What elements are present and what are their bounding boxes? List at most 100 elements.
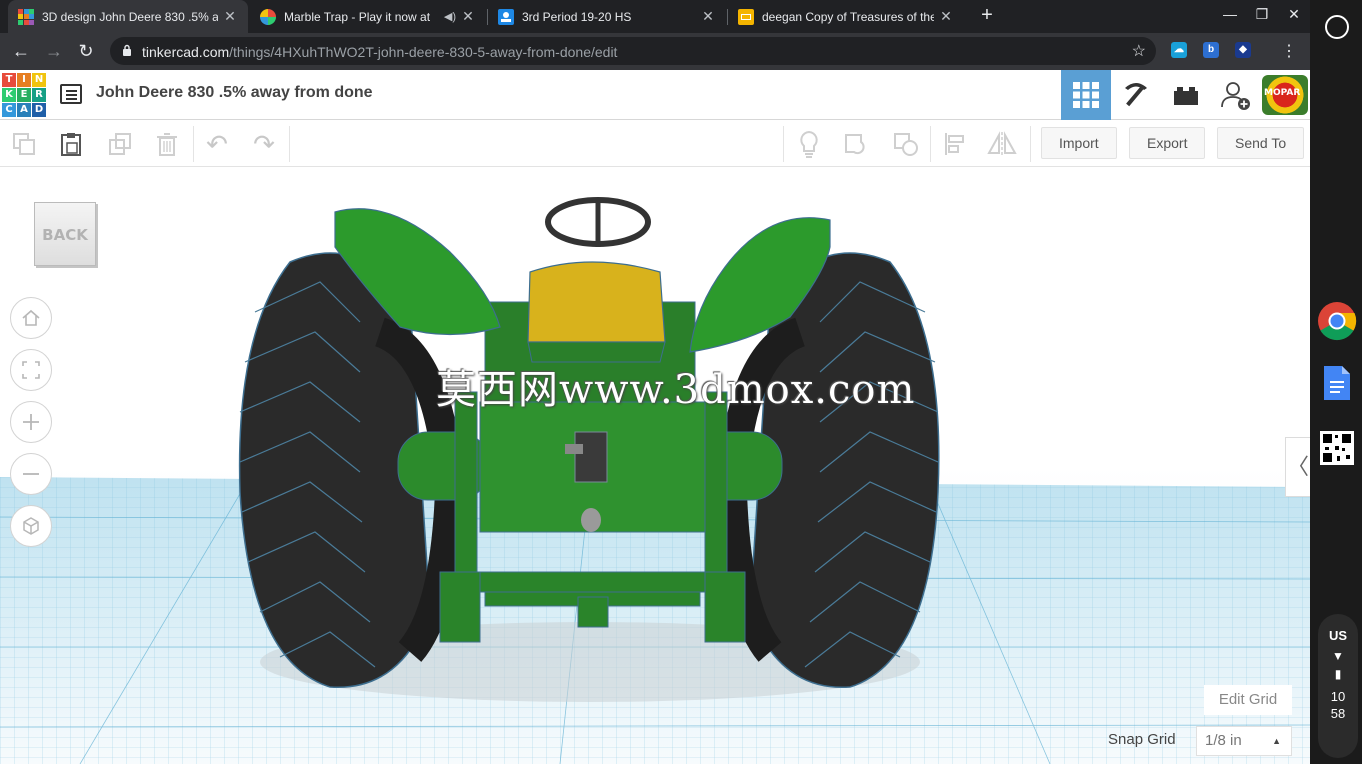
tab-marble-trap[interactable]: Marble Trap - Play it now at ◀) ✕ bbox=[250, 0, 486, 33]
tab-tinkercad[interactable]: 3D design John Deere 830 .5% a ✕ bbox=[8, 0, 248, 33]
zoom-out-button[interactable] bbox=[10, 453, 52, 495]
chrome-app-icon[interactable] bbox=[1316, 300, 1358, 342]
status-tray[interactable]: US ▼ ▮ 10 58 bbox=[1318, 614, 1358, 758]
launcher-icon[interactable] bbox=[1325, 15, 1349, 39]
cube-icon bbox=[23, 517, 39, 535]
3d-view-grid-button[interactable] bbox=[1061, 70, 1111, 120]
lock-icon bbox=[123, 44, 131, 56]
slides-favicon-icon bbox=[738, 8, 754, 25]
send-to-button[interactable]: Send To bbox=[1217, 127, 1305, 159]
forward-arrow-icon[interactable]: → bbox=[43, 40, 65, 62]
clock-hour: 10 bbox=[1330, 689, 1346, 704]
input-method-indicator: US bbox=[1328, 628, 1348, 643]
fit-view-button[interactable] bbox=[10, 349, 52, 391]
reload-icon[interactable]: ↻ bbox=[75, 40, 97, 62]
brick-icon bbox=[1174, 87, 1198, 105]
snap-grid-label: Snap Grid bbox=[1108, 731, 1176, 748]
edit-grid-button[interactable]: Edit Grid bbox=[1204, 685, 1292, 715]
tinkercad-header: TIN KER CAD John Deere 830 .5% away from… bbox=[0, 70, 1310, 120]
clock-minute: 58 bbox=[1330, 706, 1346, 721]
watermark-text: 莫西网www.3dmox.com bbox=[436, 367, 916, 413]
snap-grid-value: 1/8 in bbox=[1205, 732, 1242, 749]
tab-title: Marble Trap - Play it now at bbox=[284, 9, 431, 24]
avatar[interactable]: MOPAR bbox=[1262, 75, 1308, 115]
url-text: tinkercad.com/things/4HXuhThWO2T-john-de… bbox=[142, 44, 618, 60]
lightbulb-icon[interactable] bbox=[794, 129, 824, 159]
back-arrow-icon[interactable]: ← bbox=[10, 40, 32, 62]
docs-app-icon[interactable] bbox=[1316, 362, 1358, 404]
qr-app-icon[interactable] bbox=[1316, 427, 1358, 469]
new-tab-plus-icon[interactable]: + bbox=[976, 5, 998, 27]
export-button[interactable]: Export bbox=[1129, 127, 1206, 159]
minimize-icon[interactable]: — bbox=[1220, 6, 1240, 22]
tractor-seat[interactable] bbox=[527, 261, 666, 363]
home-view-button[interactable] bbox=[10, 297, 52, 339]
bricks-view-button[interactable] bbox=[1161, 70, 1211, 120]
chrome-logo-icon bbox=[1318, 302, 1357, 341]
close-icon[interactable]: ✕ bbox=[938, 8, 954, 25]
tab-title: deegan Copy of Treasures of the bbox=[762, 9, 934, 24]
toolbar-divider bbox=[783, 126, 784, 162]
bookmark-star-icon[interactable]: ☆ bbox=[1132, 41, 1146, 61]
b-extension-icon[interactable]: b bbox=[1203, 42, 1219, 58]
shield-extension-icon[interactable]: ◆ bbox=[1235, 42, 1251, 58]
home-icon bbox=[22, 309, 40, 326]
tab-3rd-period[interactable]: 3rd Period 19-20 HS ✕ bbox=[488, 0, 726, 33]
perspective-toggle-button[interactable] bbox=[10, 505, 52, 547]
minus-icon bbox=[23, 473, 39, 475]
address-bar[interactable]: tinkercad.com/things/4HXuhThWO2T-john-de… bbox=[110, 37, 1156, 65]
close-window-icon[interactable]: ✕ bbox=[1284, 6, 1304, 23]
close-icon[interactable]: ✕ bbox=[460, 8, 476, 25]
align-icon[interactable] bbox=[940, 129, 970, 159]
undo-icon[interactable]: ↶ bbox=[202, 129, 232, 159]
import-button[interactable]: Import bbox=[1041, 127, 1117, 159]
battery-icon: ▮ bbox=[1334, 667, 1342, 681]
grid-icon bbox=[1073, 82, 1099, 108]
redo-icon[interactable]: ↷ bbox=[249, 129, 279, 159]
workplane-viewport[interactable]: 莫西网www.3dmox.com BACK 〈 Edit Grid Snap G… bbox=[0, 167, 1310, 764]
audio-playing-icon[interactable]: ◀) bbox=[444, 10, 456, 23]
close-icon[interactable]: ✕ bbox=[700, 8, 716, 25]
zoom-in-button[interactable] bbox=[10, 401, 52, 443]
group-icon[interactable] bbox=[842, 129, 872, 159]
caret-up-icon: ▲ bbox=[1272, 736, 1281, 746]
toolbar-divider bbox=[289, 126, 290, 162]
tinkercad-logo[interactable]: TIN KER CAD bbox=[2, 73, 46, 117]
tab-title: 3rd Period 19-20 HS bbox=[522, 9, 632, 24]
wifi-icon: ▼ bbox=[1332, 649, 1344, 663]
fit-all-icon bbox=[22, 361, 40, 379]
tab-strip: 3D design John Deere 830 .5% a ✕ Marble … bbox=[0, 0, 1310, 33]
docs-logo-icon bbox=[1324, 366, 1350, 400]
design-list-icon[interactable] bbox=[60, 84, 82, 104]
toolbar-divider bbox=[930, 126, 931, 162]
add-user-button[interactable] bbox=[1211, 70, 1261, 120]
tractor-3d-model[interactable] bbox=[210, 192, 970, 712]
add-user-icon bbox=[1221, 82, 1250, 110]
copy-icon[interactable] bbox=[9, 129, 39, 159]
snap-grid-select[interactable]: 1/8 in ▲ bbox=[1196, 726, 1292, 756]
mirror-icon[interactable] bbox=[987, 129, 1017, 159]
delete-trash-icon[interactable] bbox=[152, 129, 182, 159]
qr-code-icon bbox=[1320, 431, 1354, 465]
tinkercad-favicon-icon bbox=[18, 8, 34, 25]
close-icon[interactable]: ✕ bbox=[222, 8, 238, 25]
marble-trap-favicon-icon bbox=[260, 8, 276, 25]
pickaxe-icon bbox=[1125, 83, 1147, 107]
view-cube-back[interactable]: BACK bbox=[34, 202, 96, 266]
toolbar-divider bbox=[193, 126, 194, 162]
tab-title: 3D design John Deere 830 .5% a bbox=[42, 9, 218, 24]
chrome-menu-icon[interactable]: ⋮ bbox=[1280, 41, 1298, 63]
paste-icon[interactable] bbox=[56, 129, 86, 159]
duplicate-icon[interactable] bbox=[105, 129, 135, 159]
cloud-extension-icon[interactable]: ☁ bbox=[1171, 42, 1187, 58]
tab-deegan-slides[interactable]: deegan Copy of Treasures of the ✕ bbox=[728, 0, 964, 33]
shapes-panel-toggle[interactable]: 〈 bbox=[1285, 437, 1310, 497]
design-title[interactable]: John Deere 830 .5% away from done bbox=[96, 84, 373, 102]
classroom-favicon-icon bbox=[498, 8, 514, 25]
restore-icon[interactable]: ❐ bbox=[1252, 6, 1272, 23]
browser-toolbar: ← → ↻ tinkercad.com/things/4HXuhThWO2T-j… bbox=[0, 33, 1310, 70]
plus-icon bbox=[23, 414, 39, 430]
browser-window: 3D design John Deere 830 .5% a ✕ Marble … bbox=[0, 0, 1310, 764]
blocks-view-button[interactable] bbox=[1111, 70, 1161, 120]
ungroup-icon[interactable] bbox=[891, 129, 921, 159]
